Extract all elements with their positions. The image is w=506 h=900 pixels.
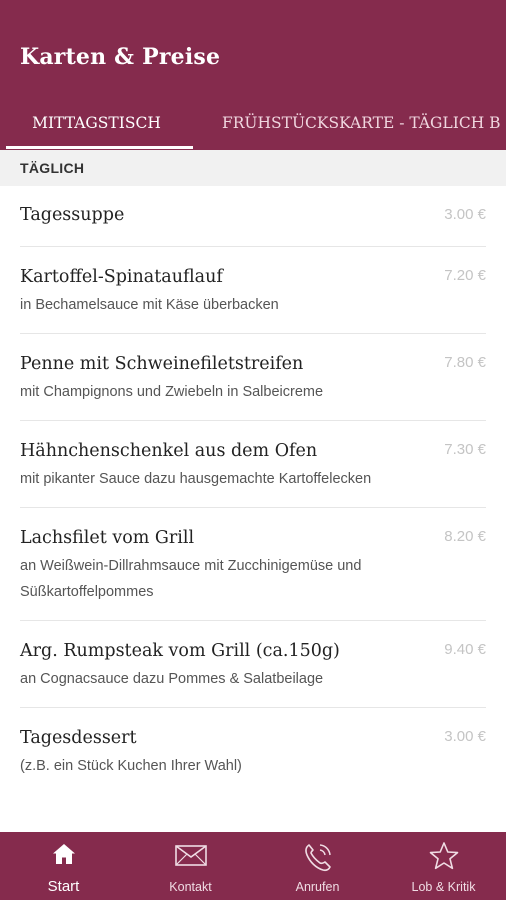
menu-item-description: mit pikanter Sauce dazu hausgemachte Kar… [20, 471, 372, 487]
menu-item-price: 7.80 € [444, 354, 486, 371]
menu-item-name: Hähnchenschenkel aus dem Ofen [20, 441, 318, 461]
tab-mittagstisch[interactable]: MITTAGSTISCH [0, 100, 193, 150]
menu-item-description: (z.B. ein Stück Kuchen Ihrer Wahl) [20, 758, 242, 774]
menu-item-description: an Weißwein-Dillrahmsauce mit Zucchinige… [20, 558, 362, 600]
menu-item-name: Arg. Rumpsteak vom Grill (ca.150g) [20, 641, 340, 661]
nav-anrufen[interactable]: Anrufen [254, 832, 381, 900]
nav-kontakt[interactable]: Kontakt [127, 832, 254, 900]
menu-item-description: an Cognacsauce dazu Pommes & Salatbeilag… [20, 671, 324, 687]
nav-label: Kontakt [169, 880, 212, 894]
menu-item-description: in Bechamelsauce mit Käse überbacken [20, 297, 279, 313]
page-title: Karten & Preise [20, 44, 221, 70]
menu-item[interactable]: Penne mit Schweinefiletstreifen 7.80 € m… [20, 334, 486, 421]
tab-fruehstueckskarte[interactable]: FRÜHSTÜCKSKARTE - TÄGLICH B [222, 100, 501, 150]
menu-item[interactable]: Tagessuppe 3.00 € [20, 186, 486, 247]
menu-item-name: Lachsfilet vom Grill [20, 528, 195, 548]
menu-item[interactable]: Tagesdessert 3.00 € (z.B. ein Stück Kuch… [20, 708, 486, 794]
bottom-navigation: Start Kontakt Anrufen Lob & Kritik [0, 832, 506, 900]
menu-item[interactable]: Kartoffel-Spinatauflauf 7.20 € in Becham… [20, 247, 486, 334]
star-icon [429, 842, 458, 870]
menu-item[interactable]: Lachsfilet vom Grill 8.20 € an Weißwein-… [20, 508, 486, 621]
menu-item-name: Tagesdessert [20, 728, 137, 748]
tab-bar: MITTAGSTISCH FRÜHSTÜCKSKARTE - TÄGLICH B [0, 100, 506, 150]
home-icon [52, 844, 75, 864]
menu-item-name: Tagessuppe [20, 205, 125, 225]
nav-label: Lob & Kritik [411, 880, 476, 894]
envelope-icon [174, 845, 207, 866]
nav-label: Anrufen [295, 880, 340, 894]
menu-item-name: Kartoffel-Spinatauflauf [20, 267, 223, 287]
menu-item-price: 9.40 € [444, 641, 486, 658]
menu-item-price: 7.20 € [444, 267, 486, 284]
nav-start[interactable]: Start [0, 832, 127, 900]
menu-item-price: 3.00 € [444, 206, 486, 223]
menu-item-description: mit Champignons und Zwiebeln in Salbeicr… [20, 384, 324, 400]
nav-label: Start [47, 878, 80, 895]
menu-item-price: 3.00 € [444, 728, 486, 745]
section-title: TÄGLICH [20, 160, 85, 176]
menu-item-name: Penne mit Schweinefiletstreifen [20, 354, 304, 374]
menu-list: Tagessuppe 3.00 € Kartoffel-Spinatauflau… [0, 186, 506, 794]
menu-item-price: 8.20 € [444, 528, 486, 545]
section-header: TÄGLICH [0, 150, 506, 186]
menu-item[interactable]: Hähnchenschenkel aus dem Ofen 7.30 € mit… [20, 421, 486, 508]
menu-item-price: 7.30 € [444, 441, 486, 458]
phone-icon [304, 844, 331, 872]
nav-lob-kritik[interactable]: Lob & Kritik [381, 832, 506, 900]
app-bar: Karten & Preise MITTAGSTISCH FRÜHSTÜCKSK… [0, 0, 506, 150]
menu-item[interactable]: Arg. Rumpsteak vom Grill (ca.150g) 9.40 … [20, 621, 486, 708]
